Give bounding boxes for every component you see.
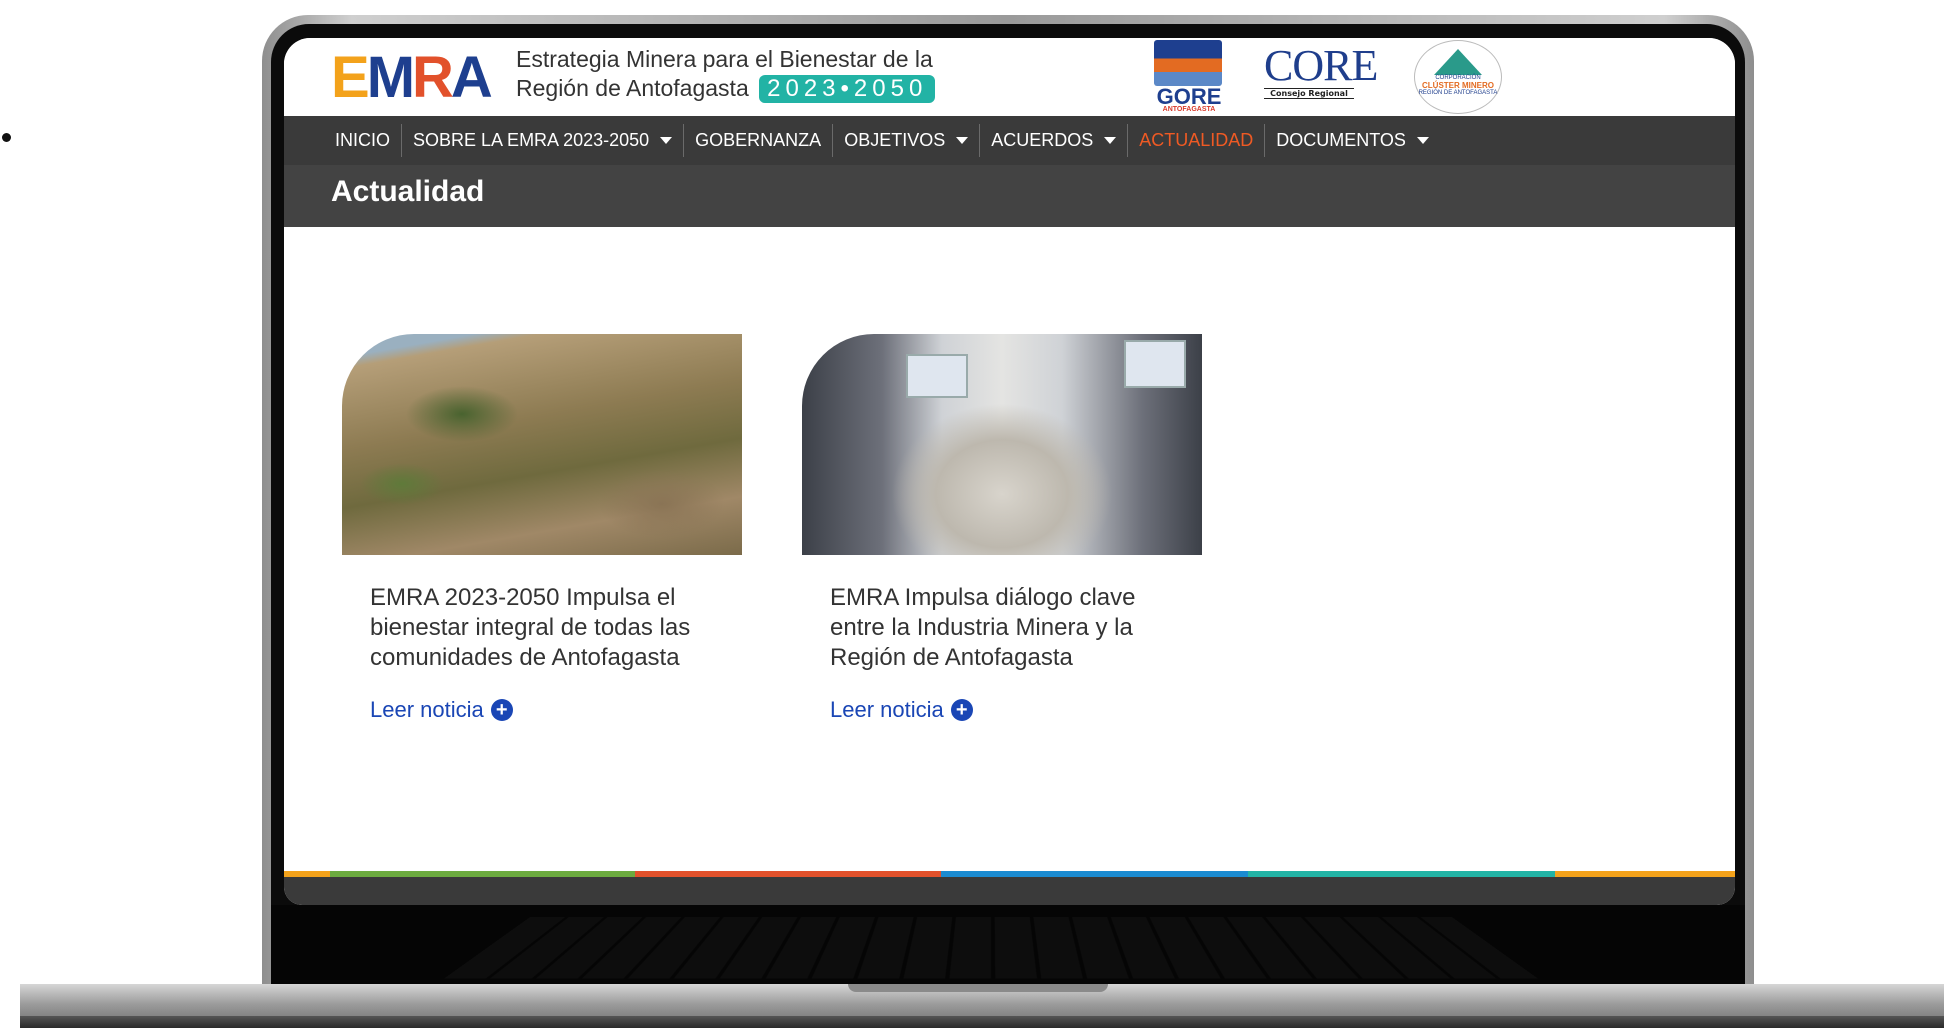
logo-letter-m: M <box>366 45 415 110</box>
nav-label: GOBERNANZA <box>695 130 822 150</box>
chevron-down-icon <box>660 137 673 144</box>
projector-screen <box>906 354 968 398</box>
emra-logo[interactable]: EMRA <box>331 45 493 110</box>
site-footer <box>284 877 1735 905</box>
core-sublabel: Consejo Regional <box>1264 88 1354 99</box>
logo-letter-a: A <box>450 45 493 110</box>
gore-label: GORE <box>1156 84 1222 109</box>
years-badge: 2023•2050 <box>759 75 936 103</box>
nav-label: DOCUMENTOS <box>1276 130 1406 150</box>
news-title[interactable]: EMRA Impulsa diálogo clave entre la Indu… <box>830 583 1170 673</box>
plus-circle-icon: + <box>950 699 973 721</box>
logo-letter-r: R <box>412 45 454 110</box>
projector-screen <box>1124 340 1186 388</box>
laptop-opening-notch <box>848 984 1108 992</box>
nav-label: ACUERDOS <box>991 130 1094 150</box>
cluster-main-label: CLÚSTER MINERO <box>1422 81 1494 90</box>
core-logo[interactable]: CORE Consejo Regional <box>1264 41 1378 110</box>
read-more-link[interactable]: Leer noticia + <box>370 697 742 723</box>
nav-label: OBJETIVOS <box>844 130 946 150</box>
read-more-link[interactable]: Leer noticia + <box>830 697 1202 723</box>
tagline-line-1: Estrategia Minera para el Bienestar de l… <box>516 46 933 72</box>
plus-circle-icon: + <box>490 699 513 721</box>
nav-item-inicio[interactable]: INICIO <box>324 124 401 157</box>
logo-letter-e: E <box>331 45 370 110</box>
core-label: CORE <box>1264 41 1378 90</box>
page-title: Actualidad <box>331 175 485 208</box>
gore-flag-icon <box>1154 40 1222 86</box>
laptop-keyboard-area <box>271 905 1745 985</box>
news-card: EMRA 2023-2050 Impulsa el bienestar inte… <box>342 334 742 723</box>
nav-item-documentos[interactable]: DOCUMENTOS <box>1264 124 1440 157</box>
nav-item-gobernanza[interactable]: GOBERNANZA <box>683 124 832 157</box>
news-card: EMRA Impulsa diálogo clave entre la Indu… <box>802 334 1202 723</box>
keyboard-reflection <box>444 916 1538 979</box>
gore-logo[interactable]: GORE ANTOFAGASTA <box>1154 40 1224 113</box>
tagline-line-2: Región de Antofagasta 2023•2050 <box>516 75 936 103</box>
nav-item-sobre[interactable]: SOBRE LA EMRA 2023-2050 <box>401 124 683 157</box>
read-more-label: Leer noticia <box>830 697 944 722</box>
list-bullet <box>2 133 11 142</box>
page-title-band: Actualidad <box>284 165 1735 227</box>
chevron-down-icon <box>1416 137 1429 144</box>
gore-sublabel: ANTOFAGASTA <box>1162 106 1216 113</box>
main-nav: INICIO SOBRE LA EMRA 2023-2050 GOBERNANZ… <box>284 116 1735 165</box>
news-image-meeting-room[interactable] <box>802 334 1202 555</box>
nav-item-actualidad[interactable]: ACTUALIDAD <box>1127 124 1264 157</box>
nav-label: ACTUALIDAD <box>1139 130 1254 150</box>
cluster-sub-label: REGIÓN DE ANTOFAGASTA <box>1418 90 1498 96</box>
read-more-label: Leer noticia <box>370 697 484 722</box>
mountain-icon <box>1434 49 1482 75</box>
site-header: EMRA Estrategia Minera para el Bienestar… <box>284 38 1735 116</box>
chevron-down-icon <box>956 137 969 144</box>
nav-item-objetivos[interactable]: OBJETIVOS <box>832 124 979 157</box>
news-title[interactable]: EMRA 2023-2050 Impulsa el bienestar inte… <box>370 583 710 673</box>
tagline-region: Región de Antofagasta <box>516 75 749 101</box>
chevron-down-icon <box>1104 137 1117 144</box>
nav-item-acuerdos[interactable]: ACUERDOS <box>979 124 1127 157</box>
news-image-aerial-town[interactable] <box>342 334 742 555</box>
website-viewport: EMRA Estrategia Minera para el Bienestar… <box>284 38 1735 905</box>
nav-label: SOBRE LA EMRA 2023-2050 <box>413 130 650 150</box>
nav-label: INICIO <box>335 130 391 150</box>
cluster-minero-logo[interactable]: CORPORACIÓN CLÚSTER MINERO REGIÓN DE ANT… <box>1414 40 1502 114</box>
